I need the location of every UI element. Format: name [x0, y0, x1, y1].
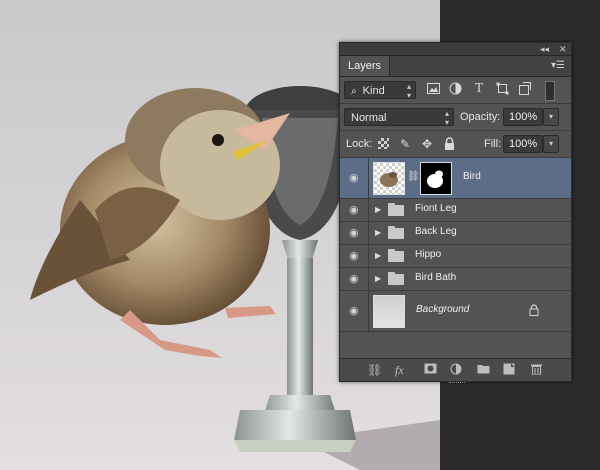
layer-row-group[interactable]: ◉ ▶ Hippo: [340, 245, 571, 268]
expand-triangle-icon[interactable]: ▶: [375, 228, 381, 237]
shape-filter-icon[interactable]: [495, 82, 509, 96]
visibility-toggle[interactable]: ◉: [340, 199, 369, 221]
layer-row-group[interactable]: ◉ ▶ Back Leg: [340, 222, 571, 245]
folder-icon: [388, 272, 404, 285]
layer-name: Back Leg: [415, 226, 457, 237]
lock-icon[interactable]: [529, 304, 539, 319]
layer-name: Background: [416, 304, 470, 315]
layer-list: ◉ ⛓ Bird ◉ ▶ Fiont Leg ◉ ▶ Back Leg ◉ ▶: [340, 158, 571, 332]
visibility-toggle[interactable]: ◉: [340, 245, 369, 267]
lock-all-icon[interactable]: [442, 137, 456, 151]
select-arrows-icon: ▴ ▾: [406, 82, 411, 100]
visibility-toggle[interactable]: ◉: [340, 291, 369, 331]
adjustment-icon[interactable]: [450, 363, 462, 378]
fill-label: Fill:: [484, 138, 502, 150]
expand-triangle-icon[interactable]: ▶: [375, 251, 381, 260]
lock-transparent-icon[interactable]: [378, 138, 389, 149]
filter-kind-label: Kind: [362, 85, 385, 97]
layer-name: Fiont Leg: [415, 203, 457, 214]
lock-row: Lock: ✎ ✥ Fill: 100% ▾: [340, 131, 571, 158]
folder-icon: [388, 226, 404, 239]
folder-icon[interactable]: [477, 363, 490, 377]
visibility-toggle[interactable]: ◉: [340, 222, 369, 244]
panel-footer: ⛓ fx: [340, 358, 571, 383]
fill-dropdown-icon[interactable]: ▾: [543, 135, 559, 153]
layer-row-group[interactable]: ◉ ▶ Bird Bath: [340, 268, 571, 291]
layer-name: Hippo: [415, 249, 442, 260]
mask-icon[interactable]: [424, 363, 437, 377]
opacity-dropdown-icon[interactable]: ▾: [543, 108, 559, 126]
filter-row: ⌕ Kind ▴ ▾ T: [340, 77, 571, 104]
trash-icon[interactable]: [531, 363, 542, 378]
layer-row-background[interactable]: ◉ Background: [340, 291, 571, 332]
link-icon[interactable]: ⛓: [407, 171, 420, 182]
lock-position-icon[interactable]: ✥: [420, 137, 434, 151]
link-icon[interactable]: ⛓: [367, 363, 382, 377]
panel-header-bar: ◂◂ ✕: [340, 43, 571, 56]
layer-row-group[interactable]: ◉ ▶ Fiont Leg: [340, 199, 571, 222]
smart-object-filter-icon[interactable]: [517, 82, 531, 96]
folder-icon: [388, 203, 404, 216]
panel-tab-row: Layers ▾☰: [340, 56, 571, 77]
eye-icon: ◉: [349, 204, 359, 216]
layer-thumbnail: [373, 295, 405, 328]
close-icon[interactable]: ✕: [559, 43, 567, 55]
blend-mode-label: Normal: [351, 112, 387, 124]
layer-name: Bird: [463, 171, 481, 182]
fx-icon[interactable]: fx: [395, 363, 404, 377]
layer-name: Bird Bath: [415, 272, 457, 283]
layers-panel: ◂◂ ✕ Layers ▾☰ ⌕ Kind ▴ ▾ T Normal ▴ ▾ O…: [339, 42, 572, 383]
blend-mode-select[interactable]: Normal ▴ ▾: [344, 108, 454, 127]
adjustment-filter-icon[interactable]: [448, 82, 462, 96]
eye-icon: ◉: [349, 227, 359, 239]
expand-triangle-icon[interactable]: ▶: [375, 274, 381, 283]
select-arrows-icon: ▴ ▾: [444, 109, 449, 127]
fill-input[interactable]: 100%: [503, 135, 543, 153]
layer-mask-thumbnail[interactable]: [420, 162, 452, 195]
layer-thumbnail: [373, 162, 405, 195]
eye-icon: ◉: [349, 172, 359, 184]
visibility-toggle[interactable]: ◉: [340, 268, 369, 290]
lock-pixels-icon[interactable]: ✎: [398, 137, 412, 151]
new-layer-icon[interactable]: [503, 363, 515, 378]
search-icon: ⌕: [351, 86, 357, 97]
eye-icon: ◉: [349, 273, 359, 285]
collapse-icon[interactable]: ◂◂: [540, 43, 549, 55]
eye-icon: ◉: [349, 305, 359, 317]
filter-kind-select[interactable]: ⌕ Kind ▴ ▾: [344, 81, 416, 100]
blend-row: Normal ▴ ▾ Opacity: 100% ▾: [340, 104, 571, 131]
eye-icon: ◉: [349, 250, 359, 262]
tab-layers[interactable]: Layers: [340, 56, 391, 76]
filter-toggle-switch[interactable]: [545, 81, 555, 101]
layer-row-bird[interactable]: ◉ ⛓ Bird: [340, 158, 571, 199]
lock-label: Lock:: [346, 138, 373, 150]
visibility-toggle[interactable]: ◉: [340, 158, 369, 198]
folder-icon: [388, 249, 404, 262]
opacity-input[interactable]: 100%: [503, 108, 543, 126]
type-filter-icon[interactable]: T: [472, 82, 486, 96]
pixel-filter-icon[interactable]: [426, 83, 440, 97]
opacity-label: Opacity:: [460, 111, 501, 123]
resize-handle[interactable]: [449, 382, 465, 386]
expand-triangle-icon[interactable]: ▶: [375, 205, 381, 214]
panel-menu-icon[interactable]: ▾☰: [551, 61, 565, 71]
